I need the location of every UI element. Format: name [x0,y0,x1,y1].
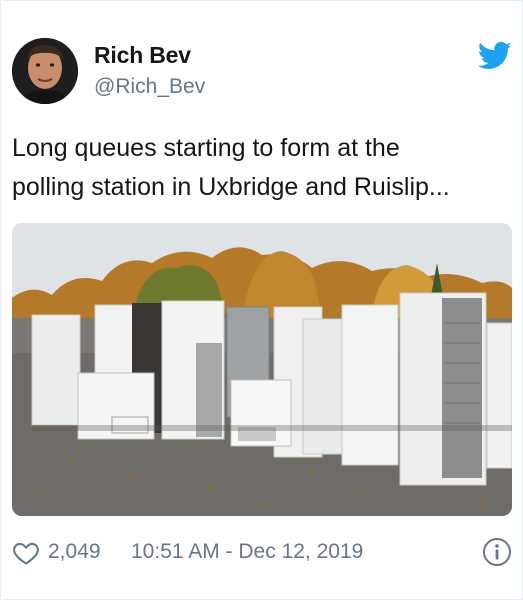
info-icon[interactable] [482,537,512,567]
tweet-text: Long queues starting to form at the poll… [12,134,450,201]
author-handle[interactable]: @Rich_Bev [94,75,205,99]
avatar-photo [12,38,78,104]
heart-icon[interactable] [12,539,40,567]
twitter-bird-icon[interactable] [478,41,512,71]
fridges-photo [12,223,512,516]
author-name[interactable]: Rich Bev [94,42,191,69]
tweet-footer: 2,049 10:51 AM - Dec 12, 2019 [12,537,512,569]
tweet-card: Rich Bev @Rich_Bev Long queues starting … [0,0,523,600]
avatar[interactable] [12,38,78,104]
tweet-timestamp[interactable]: 10:51 AM - Dec 12, 2019 [131,540,363,564]
tweet-photo[interactable] [12,223,512,516]
like-count: 2,049 [48,540,101,563]
